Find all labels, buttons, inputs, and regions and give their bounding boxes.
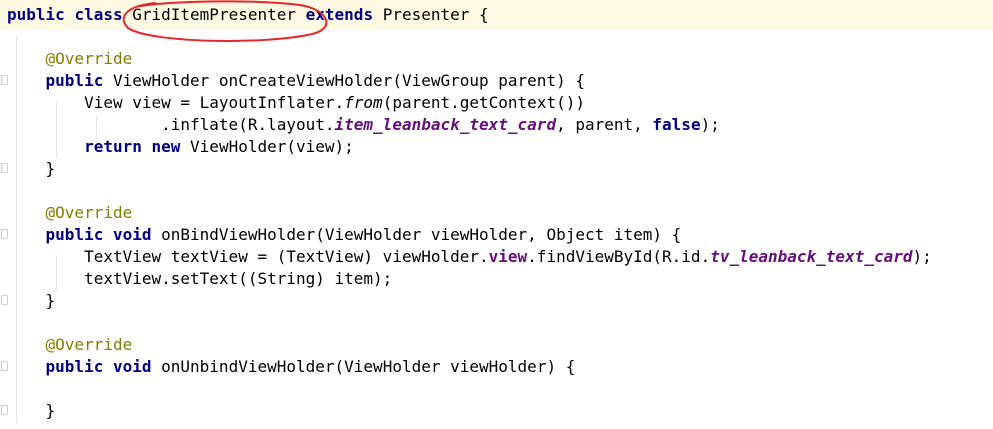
code-line[interactable]: @Override [7,48,133,70]
code-token: ViewHolder(view); [180,137,354,156]
code-line[interactable]: View view = LayoutInflater.from(parent.g… [7,92,585,114]
code-token: GridItemPresenter [122,5,306,24]
code-token: , parent, [556,115,653,134]
code-token-kw: public [45,357,104,376]
code-token-field-ref: tv_leanback_text_card [710,247,913,266]
code-token: TextView textView = (TextView) viewHolde… [7,247,489,266]
code-token: ); [912,247,932,266]
code-token: .inflate(R.layout. [7,115,335,134]
code-token: onUnbindViewHolder(ViewHolder viewHolder… [151,357,576,376]
code-token-static-call: from [344,93,383,112]
code-token-ann: @Override [45,335,133,354]
code-line[interactable]: public ViewHolder onCreateViewHolder(Vie… [7,70,585,92]
code-line[interactable]: public void onBindViewHolder(ViewHolder … [7,224,682,246]
code-token: textView.setText((String) item); [7,269,393,288]
code-token: (parent.getContext()) [382,93,585,112]
code-line[interactable]: return new ViewHolder(view); [7,136,354,158]
code-token: } [7,401,56,420]
code-line[interactable]: @Override [7,334,133,356]
code-token: View view = LayoutInflater. [7,93,345,112]
code-line[interactable]: } [7,290,56,312]
code-editor[interactable]: public class GridItemPresenter extends P… [0,0,993,429]
code-line[interactable]: public void onUnbindViewHolder(ViewHolde… [7,356,576,378]
code-line[interactable]: } [7,400,56,422]
code-token-ann: @Override [45,203,133,222]
code-line[interactable]: @Override [7,202,133,224]
code-token: .findViewById(R.id. [527,247,711,266]
code-token-kw: false [652,115,701,134]
code-token-kw: extends [305,5,374,24]
code-token-kw: public [7,5,65,24]
code-token-kw: public [45,71,104,90]
code-token-field-ref: item_leanback_text_card [334,115,557,134]
code-token-kw: void [112,225,152,244]
code-token: } [7,159,56,178]
code-token-kw: new [151,137,181,156]
code-token-kw: class [74,5,123,24]
code-line[interactable]: .inflate(R.layout.item_leanback_text_car… [7,114,720,136]
code-token-ann: @Override [45,49,133,68]
code-token-field-plain: view [488,247,528,266]
code-line[interactable]: public class GridItemPresenter extends P… [7,4,489,26]
code-token: Presenter { [373,5,489,24]
code-line[interactable]: } [7,158,56,180]
code-token: onBindViewHolder(ViewHolder viewHolder, … [151,225,682,244]
code-line[interactable]: TextView textView = (TextView) viewHolde… [7,246,932,268]
code-token-kw: void [112,357,152,376]
code-token-kw: public [45,225,104,244]
code-token-kw: return [84,137,142,156]
code-line[interactable]: textView.setText((String) item); [7,268,392,290]
code-token: ); [700,115,720,134]
code-token: ViewHolder onCreateViewHolder(ViewGroup … [103,71,585,90]
code-token: } [7,291,56,310]
